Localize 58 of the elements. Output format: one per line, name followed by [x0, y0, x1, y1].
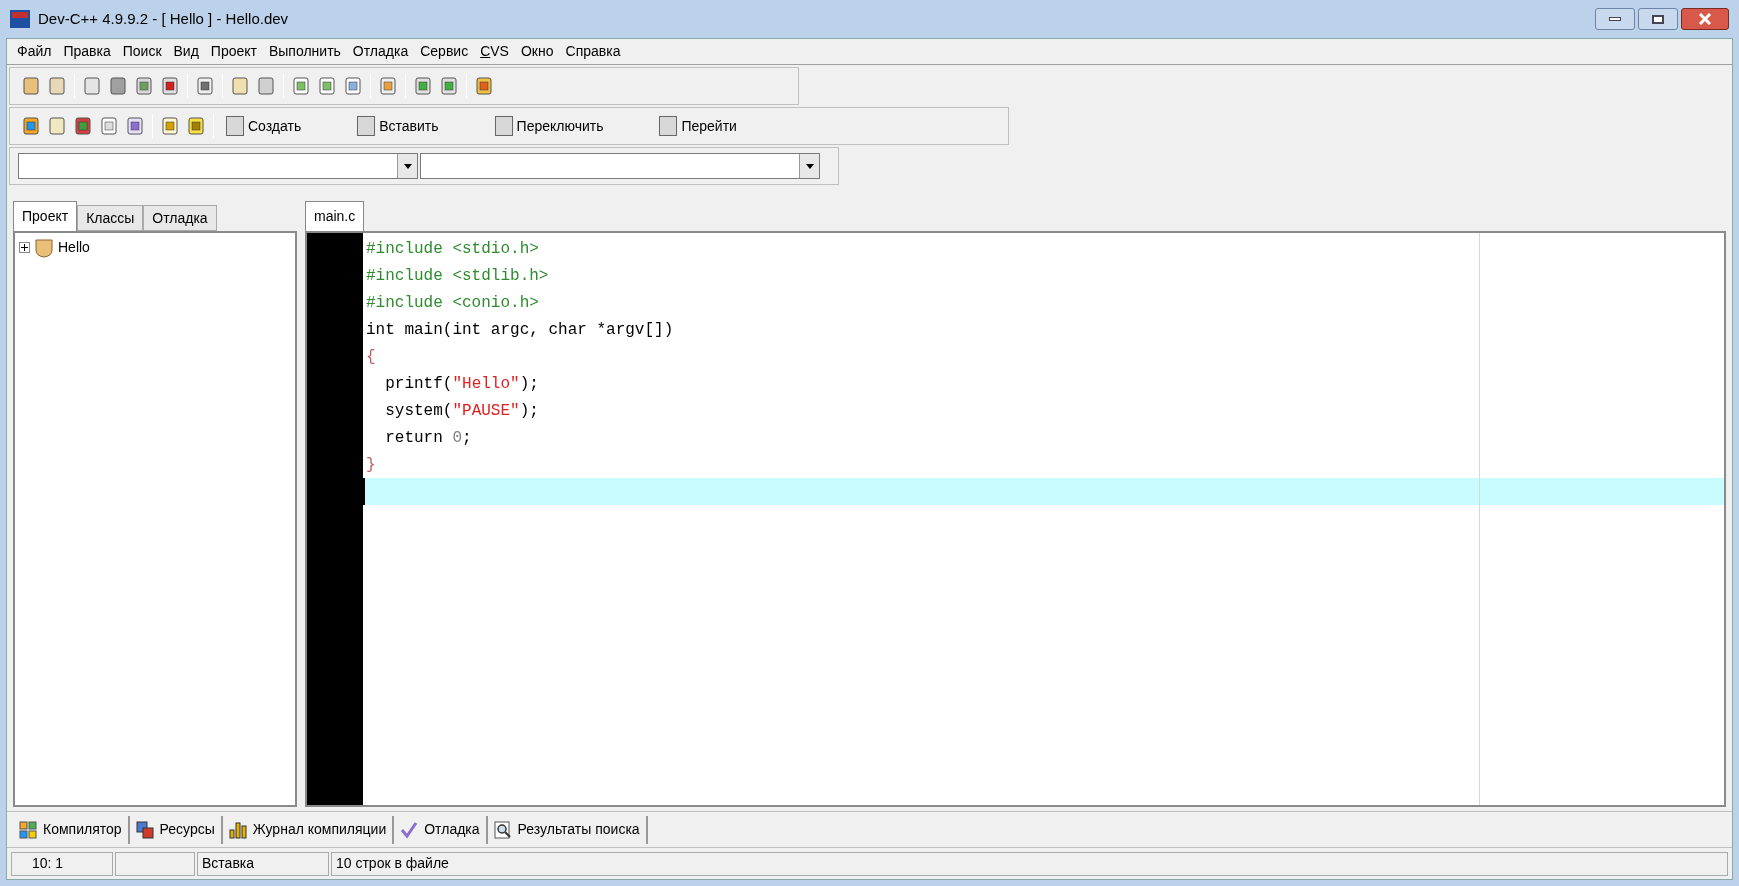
layers-icon: [135, 820, 154, 839]
page-icon[interactable]: [108, 76, 128, 96]
menu-item[interactable]: Сервис: [414, 41, 475, 62]
status-info: 10 строк в файле: [331, 851, 1728, 876]
menu-item[interactable]: Вид: [167, 41, 205, 62]
bottom-tab[interactable]: Компилятор: [13, 815, 130, 844]
maximize-button[interactable]: [1638, 8, 1678, 30]
code-line: printf("Hello");: [384, 373, 540, 395]
toolbar-button-icon: [494, 116, 513, 136]
code-line: int main(int argc, char *argv[]): [365, 319, 675, 341]
dropdown-field[interactable]: [18, 153, 418, 179]
tree-item[interactable]: Hello: [19, 237, 291, 258]
page-icon[interactable]: [82, 76, 102, 96]
toolbar-button[interactable]: Перейти: [651, 115, 745, 137]
menu-item[interactable]: Правка: [57, 41, 117, 62]
toolbar-button[interactable]: Вставить: [349, 115, 447, 137]
bottom-tab[interactable]: Журнал компиляции: [222, 815, 395, 844]
code-line: #include <stdio.h>: [365, 238, 540, 260]
menu-item[interactable]: CVS: [474, 41, 515, 62]
menu-item[interactable]: Файл: [11, 41, 58, 62]
code-line: system("PAUSE");: [384, 400, 540, 422]
panel-tab[interactable]: Проект: [13, 201, 78, 231]
panel-tab[interactable]: Отладка: [143, 205, 217, 231]
toolbar-button-icon: [226, 116, 244, 136]
dropdown-arrow-icon: [805, 163, 814, 169]
dropdown-field[interactable]: [420, 153, 820, 179]
menu-item[interactable]: Окно: [514, 41, 560, 62]
code-editor[interactable]: #include <stdio.h> #include <stdlib.h> #include <conio.h> int main(int argc, char *argv[]) { printf("Hello"); system("PAUSE"); return 0; }: [305, 231, 1726, 807]
bottom-tab[interactable]: Результаты поиска: [487, 815, 648, 844]
menu-item[interactable]: Справка: [559, 41, 627, 62]
toolbar-button[interactable]: Создать: [218, 115, 310, 137]
toolbar-button[interactable]: Переключить: [486, 115, 612, 137]
status-mode: Вставка: [197, 851, 329, 876]
menu-item[interactable]: Выполнить: [262, 41, 347, 62]
editor-tab[interactable]: main.c: [305, 201, 365, 231]
code-line: }: [365, 454, 377, 476]
close-button[interactable]: [1681, 8, 1729, 30]
expand-icon[interactable]: [19, 242, 30, 253]
code-line: return 0;: [384, 427, 473, 449]
window-title: Dev-C++ 4.9.9.2 - [ Hello ] - Hello.dev: [38, 8, 289, 29]
minimize-button[interactable]: [1595, 8, 1635, 30]
menu-item[interactable]: Проект: [204, 41, 263, 62]
menu-item[interactable]: Поиск: [116, 41, 168, 62]
panel-tab[interactable]: Классы: [77, 205, 144, 231]
menu-item[interactable]: Отладка: [346, 41, 415, 62]
code-line: #include <stdlib.h>: [365, 265, 550, 287]
dropdown-arrow-icon: [403, 163, 412, 169]
toolbar-button-icon: [357, 116, 376, 136]
toolbar-button-icon: [659, 116, 678, 136]
bottom-tab[interactable]: Ресурсы: [129, 815, 223, 844]
status-position: 10: 1: [11, 851, 113, 876]
code-line: {: [365, 346, 377, 368]
close-icon: [1698, 13, 1712, 25]
code-line: #include <conio.h>: [365, 292, 540, 314]
search-icon: [493, 820, 512, 839]
bar-chart-icon: [228, 820, 247, 839]
bottom-tab[interactable]: Отладка: [394, 815, 488, 844]
app-icon: [10, 10, 30, 28]
